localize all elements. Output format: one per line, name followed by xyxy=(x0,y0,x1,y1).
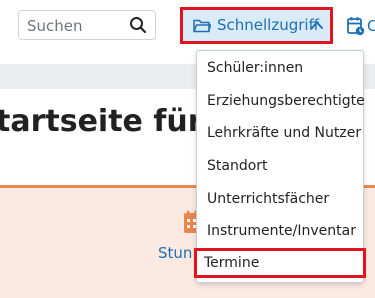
quick-access-button[interactable]: Schnellzugriff xyxy=(180,7,333,44)
search-icon[interactable] xyxy=(129,16,147,34)
menu-item-schueler[interactable]: Schüler:innen xyxy=(197,53,363,83)
search-input[interactable]: Suchen xyxy=(27,17,83,35)
menu-item-unterrichtsfaecher[interactable]: Unterrichtsfächer xyxy=(197,184,363,214)
menu-item-instrumente[interactable]: Instrumente/Inventar xyxy=(197,216,363,246)
search-box[interactable]: Suchen xyxy=(18,10,156,40)
chevron-up-icon xyxy=(311,21,323,29)
quick-access-label: Schnellzugriff xyxy=(217,16,319,34)
folder-icon xyxy=(193,19,211,33)
calendar-menu-label[interactable]: C xyxy=(367,17,375,35)
card-label: Stun xyxy=(158,244,193,262)
quick-access-menu: Schüler:innen Erziehungsberechtigte Lehr… xyxy=(194,50,366,283)
menu-item-lehrkraefte[interactable]: Lehrkräfte und Nutzer xyxy=(197,118,363,148)
menu-item-termine[interactable]: Termine xyxy=(194,248,366,278)
calendar-clock-icon[interactable] xyxy=(347,16,365,36)
menu-item-standort[interactable]: Standort xyxy=(197,151,363,181)
menu-item-erziehungsberechtigte[interactable]: Erziehungsberechtigte xyxy=(197,86,365,116)
